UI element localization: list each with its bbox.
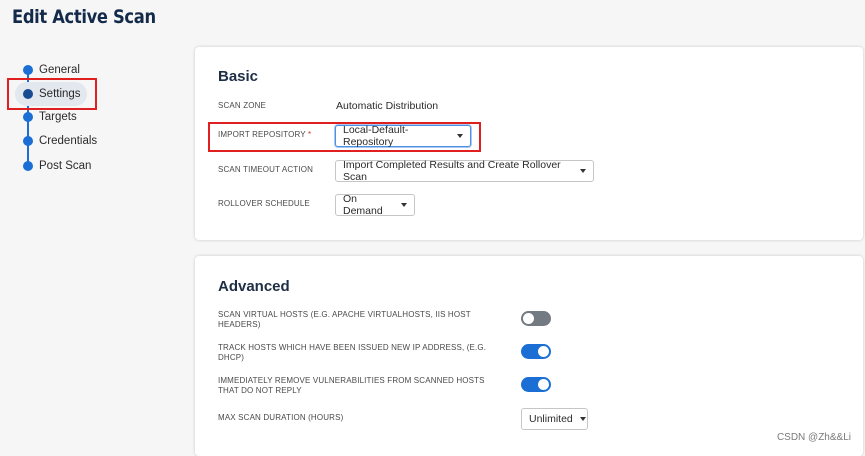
label-line: DHCP)	[218, 353, 245, 362]
label-line: HEADERS)	[218, 320, 261, 329]
nav-item-label: Targets	[39, 111, 77, 123]
remove-vulnerabilities-label: IMMEDIATELY REMOVE VULNERABILITIES FROM …	[218, 376, 485, 396]
scan-timeout-action-select[interactable]: Import Completed Results and Create Roll…	[335, 159, 594, 183]
label-line: THAT DO NOT REPLY	[218, 386, 302, 395]
import-repository-select[interactable]: Local-Default-Repository	[335, 124, 471, 148]
chevron-down-icon	[580, 169, 586, 173]
scan-zone-value: Automatic Distribution	[336, 100, 439, 112]
scan-virtual-hosts-label: SCAN VIRTUAL HOSTS (E.G. APACHE VIRTUALH…	[218, 310, 471, 330]
nav-item-label: Credentials	[39, 135, 98, 147]
toggle-knob	[538, 346, 549, 357]
label-line: IMMEDIATELY REMOVE VULNERABILITIES FROM …	[218, 376, 485, 385]
max-scan-duration-label: MAX SCAN DURATION (HOURS)	[218, 413, 344, 422]
toggle-knob	[538, 379, 549, 390]
nav-item-label: Post Scan	[39, 160, 92, 172]
rollover-schedule-value: On Demand	[343, 193, 383, 217]
page-title: Edit Active Scan	[12, 6, 156, 28]
section-title-basic: Basic	[218, 68, 259, 85]
label-line: TRACK HOSTS WHICH HAVE BEEN ISSUED NEW I…	[218, 343, 487, 352]
rollover-schedule-label: ROLLOVER SCHEDULE	[218, 199, 310, 208]
step-dot-icon	[23, 89, 33, 99]
basic-section: Basic SCAN ZONE Automatic Distribution I…	[195, 47, 863, 240]
import-repository-label: IMPORT REPOSITORY *	[218, 130, 311, 140]
chevron-down-icon	[457, 134, 463, 138]
toggle-knob	[523, 313, 534, 324]
watermark: CSDN @Zh&&Li	[776, 432, 851, 443]
nav-item-label: Settings	[39, 88, 81, 100]
nav-item-post-scan[interactable]: Post Scan	[15, 154, 91, 178]
step-dot-icon	[23, 161, 33, 171]
remove-vulnerabilities-toggle[interactable]	[521, 377, 551, 392]
import-repository-label-text: IMPORT REPOSITORY	[218, 130, 306, 139]
scan-timeout-action-label: SCAN TIMEOUT ACTION	[218, 165, 314, 174]
chevron-down-icon	[579, 417, 586, 421]
nav-item-general[interactable]: General	[15, 58, 80, 82]
scan-virtual-hosts-toggle[interactable]	[521, 311, 551, 326]
section-title-advanced: Advanced	[218, 278, 290, 295]
step-dot-icon	[23, 136, 33, 146]
chevron-down-icon	[401, 203, 407, 207]
scan-timeout-action-value: Import Completed Results and Create Roll…	[343, 159, 561, 183]
track-hosts-toggle[interactable]	[521, 344, 551, 359]
import-repository-value: Local-Default-Repository	[343, 124, 409, 148]
max-scan-duration-value: Unlimited	[529, 413, 573, 425]
nav-item-credentials[interactable]: Credentials	[15, 129, 97, 153]
step-dot-icon	[23, 112, 33, 122]
advanced-section: Advanced SCAN VIRTUAL HOSTS (E.G. APACHE…	[195, 256, 863, 456]
required-marker: *	[308, 130, 312, 139]
nav-item-label: General	[39, 64, 80, 76]
scan-zone-label: SCAN ZONE	[218, 101, 267, 110]
nav-item-settings[interactable]: Settings	[15, 82, 87, 106]
nav-item-targets[interactable]: Targets	[15, 105, 77, 129]
label-line: SCAN VIRTUAL HOSTS (E.G. APACHE VIRTUALH…	[218, 310, 471, 319]
step-dot-icon	[23, 65, 33, 75]
track-hosts-label: TRACK HOSTS WHICH HAVE BEEN ISSUED NEW I…	[218, 343, 486, 363]
max-scan-duration-select[interactable]: Unlimited	[521, 408, 588, 430]
rollover-schedule-select[interactable]: On Demand	[335, 193, 415, 217]
